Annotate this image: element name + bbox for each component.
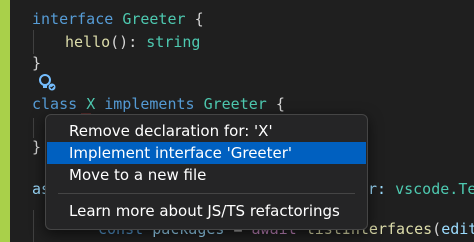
code-line-3: } (32, 54, 42, 72)
indent-guide (33, 210, 34, 242)
code-line-2: hello(): string (65, 33, 201, 51)
refactor-context-menu: Remove declaration for: 'X' Implement in… (45, 114, 368, 230)
code-line-9-end: r: vscode.Tex (368, 180, 474, 198)
menu-item-move-to-new-file[interactable]: Move to a new file (47, 164, 366, 186)
menu-item-remove-declaration[interactable]: Remove declaration for: 'X' (47, 120, 366, 142)
indent-guide (33, 30, 34, 54)
menu-separator (58, 193, 355, 194)
lightbulb-autofix-icon[interactable] (36, 72, 58, 94)
git-change-gutter (0, 0, 10, 242)
code-line-7: } (32, 138, 42, 156)
menu-item-implement-interface[interactable]: Implement interface 'Greeter' (47, 142, 366, 164)
indent-guide (33, 118, 34, 138)
code-line-5: class X implements Greeter { (32, 95, 285, 113)
code-line-1: interface Greeter { (32, 10, 204, 28)
menu-item-learn-more[interactable]: Learn more about JS/TS refactorings (47, 200, 366, 222)
